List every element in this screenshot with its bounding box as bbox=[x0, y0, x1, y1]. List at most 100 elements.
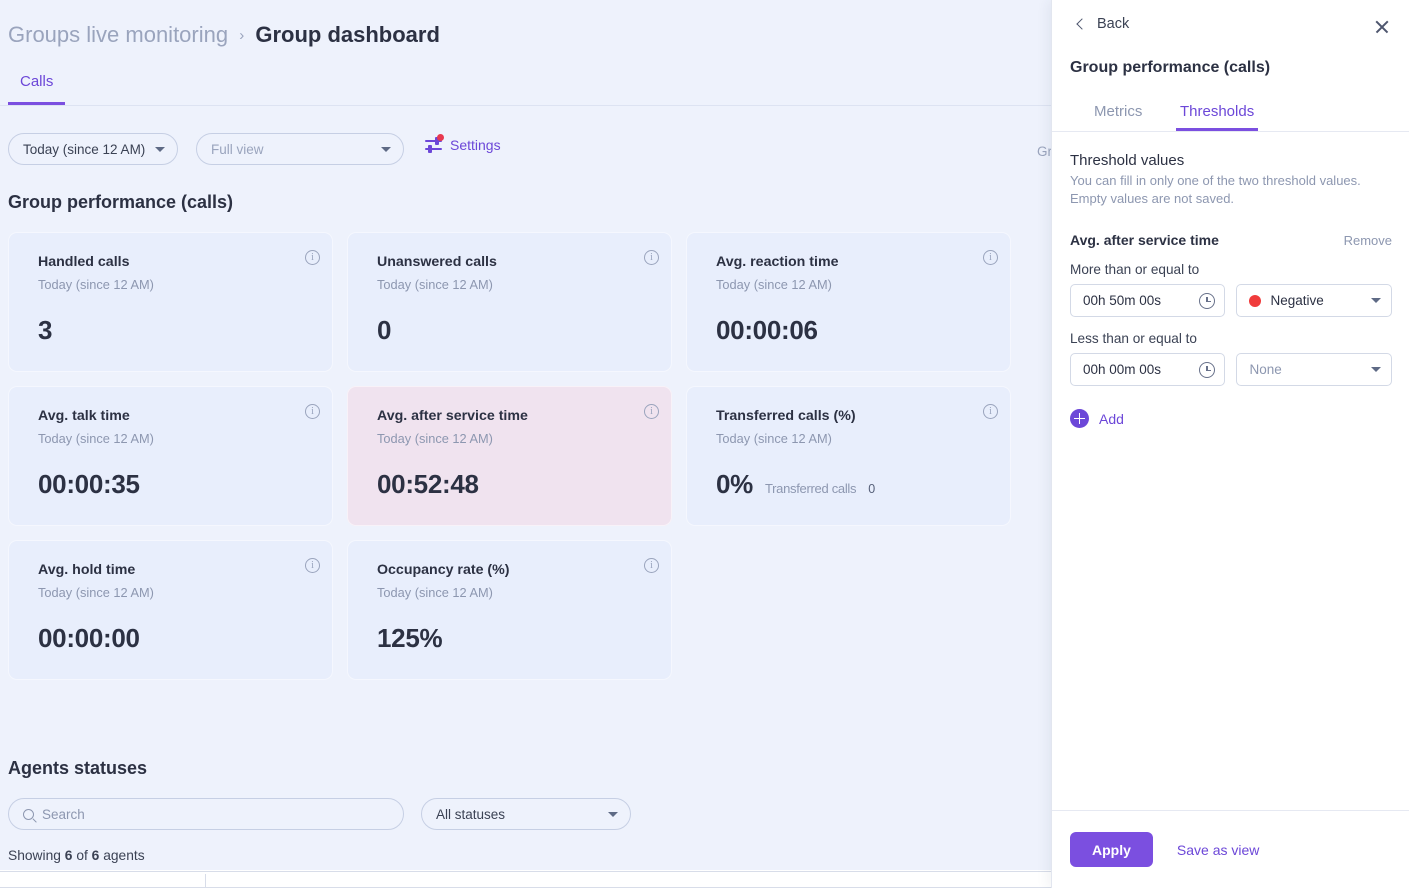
less-than-time-input[interactable]: 00h 00m 00s bbox=[1070, 353, 1226, 386]
chevron-down-icon bbox=[608, 811, 618, 817]
search-icon bbox=[23, 808, 34, 820]
metric-card-secondary-value: 0 bbox=[868, 482, 875, 496]
panel-footer: Apply Save as view bbox=[1052, 810, 1409, 888]
threshold-values-title: Threshold values bbox=[1070, 152, 1185, 169]
metric-card[interactable]: Unanswered calls Today (since 12 AM) 0 i bbox=[347, 232, 672, 372]
metric-card-title: Transferred calls (%) bbox=[716, 408, 856, 424]
clock-icon[interactable] bbox=[1199, 361, 1216, 378]
more-than-row: 00h 50m 00s Negative bbox=[1070, 284, 1392, 317]
more-than-time-value: 00h 50m 00s bbox=[1083, 293, 1162, 308]
metric-card-value: 00:00:00 bbox=[38, 623, 140, 653]
close-icon[interactable] bbox=[1369, 14, 1395, 40]
metric-cards-grid: Handled calls Today (since 12 AM) 3 i Unansw… bbox=[8, 232, 1168, 680]
metric-card-title: Avg. talk time bbox=[38, 408, 130, 424]
settings-button[interactable]: Settings bbox=[425, 134, 501, 153]
metric-card-period: Today (since 12 AM) bbox=[377, 431, 493, 446]
add-threshold-label: Add bbox=[1099, 410, 1124, 427]
group-performance-heading: Group performance (calls) bbox=[8, 192, 234, 212]
metric-card-value: 00:00:06 bbox=[716, 315, 818, 345]
metric-card-value-row: 0 bbox=[377, 315, 391, 346]
info-icon[interactable]: i bbox=[644, 404, 659, 419]
info-icon[interactable]: i bbox=[644, 250, 659, 265]
metric-card-title: Avg. after service time bbox=[377, 408, 528, 424]
more-than-time-input[interactable]: 00h 50m 00s bbox=[1070, 284, 1226, 317]
breadcrumb: Groups live monitoring › Group dashboard bbox=[8, 20, 440, 53]
results-count-of: of bbox=[76, 848, 88, 863]
metric-card[interactable]: Avg. reaction time Today (since 12 AM) 00:… bbox=[686, 232, 1011, 372]
clock-icon[interactable] bbox=[1199, 292, 1216, 309]
results-count-prefix: Showing bbox=[8, 848, 61, 863]
info-icon[interactable]: i bbox=[644, 558, 659, 573]
chevron-down-icon bbox=[1371, 298, 1381, 303]
back-button-label: Back bbox=[1097, 16, 1130, 32]
date-range-filter[interactable]: Today (since 12 AM) bbox=[8, 133, 178, 165]
column-divider bbox=[205, 874, 206, 888]
add-threshold-button[interactable]: Add bbox=[1070, 409, 1392, 428]
tab-metrics[interactable]: Metrics bbox=[1090, 97, 1146, 131]
severity-color-dot-icon bbox=[1249, 294, 1262, 307]
save-as-view-button[interactable]: Save as view bbox=[1177, 842, 1259, 858]
tab-bar: Calls bbox=[0, 62, 1175, 106]
less-than-label: Less than or equal to bbox=[1070, 331, 1197, 346]
breadcrumb-parent[interactable]: Groups live monitoring bbox=[8, 22, 228, 47]
metric-card-period: Today (since 12 AM) bbox=[38, 277, 154, 292]
metric-card-value: 00:52:48 bbox=[377, 469, 479, 499]
settings-panel: Back Group performance (calls) Metrics T… bbox=[1051, 0, 1409, 888]
back-button[interactable]: Back bbox=[1076, 16, 1130, 32]
page-title: Group dashboard bbox=[255, 22, 440, 47]
metric-card-period: Today (since 12 AM) bbox=[38, 585, 154, 600]
metric-card[interactable]: Occupancy rate (%) Today (since 12 AM) 125… bbox=[347, 540, 672, 680]
status-filter-label: All statuses bbox=[436, 806, 506, 822]
metric-card-value-row: 0% Transferred calls 0 bbox=[716, 469, 875, 500]
metric-card-title: Avg. reaction time bbox=[716, 254, 839, 270]
results-count-suffix: agents bbox=[103, 848, 145, 863]
apply-button[interactable]: Apply bbox=[1070, 832, 1153, 867]
remove-threshold-button[interactable]: Remove bbox=[1344, 233, 1392, 248]
less-than-time-value: 00h 00m 00s bbox=[1083, 362, 1162, 377]
threshold-metric-header: Avg. after service time Remove bbox=[1070, 232, 1392, 248]
metric-card[interactable]: Avg. hold time Today (since 12 AM) 00:00:0… bbox=[8, 540, 333, 680]
more-than-label: More than or equal to bbox=[1070, 262, 1200, 277]
metric-card-secondary-label: Transferred calls bbox=[764, 481, 857, 496]
less-than-severity-select[interactable]: None bbox=[1236, 353, 1392, 386]
metric-card[interactable]: Avg. after service time Today (since 12 A… bbox=[347, 386, 672, 526]
info-icon[interactable]: i bbox=[305, 404, 320, 419]
metric-card-value: 125% bbox=[377, 623, 443, 653]
metric-card-value-row: 3 bbox=[38, 315, 52, 346]
status-filter[interactable]: All statuses bbox=[421, 798, 631, 830]
info-icon[interactable]: i bbox=[983, 404, 998, 419]
breadcrumb-separator-icon: › bbox=[239, 27, 245, 44]
metric-card-title: Unanswered calls bbox=[377, 254, 497, 270]
info-icon[interactable]: i bbox=[305, 558, 320, 573]
less-than-severity-label: None bbox=[1249, 362, 1282, 377]
view-filter[interactable]: Full view bbox=[196, 133, 404, 165]
metric-card-value-row: 00:52:48 bbox=[377, 469, 479, 500]
panel-header: Back bbox=[1052, 0, 1409, 52]
settings-button-label: Settings bbox=[450, 137, 501, 153]
date-range-filter-label: Today (since 12 AM) bbox=[23, 141, 146, 157]
metric-card[interactable]: Avg. talk time Today (since 12 AM) 00:00:3… bbox=[8, 386, 333, 526]
metric-card-period: Today (since 12 AM) bbox=[377, 585, 493, 600]
metric-card[interactable]: Transferred calls (%) Today (since 12 AM)… bbox=[686, 386, 1011, 526]
results-count-total: 6 bbox=[91, 848, 100, 863]
tab-thresholds[interactable]: Thresholds bbox=[1176, 97, 1259, 131]
threshold-values-description: You can fill in only one of the two thre… bbox=[1070, 173, 1361, 206]
info-icon[interactable]: i bbox=[305, 250, 320, 265]
search-input-placeholder: Search bbox=[42, 806, 85, 822]
more-than-severity-select[interactable]: Negative bbox=[1236, 284, 1392, 317]
metric-card[interactable]: Handled calls Today (since 12 AM) 3 i bbox=[8, 232, 333, 372]
view-filter-label: Full view bbox=[211, 141, 264, 157]
notification-dot-icon bbox=[437, 134, 444, 141]
panel-tab-bar: Metrics Thresholds bbox=[1052, 97, 1409, 132]
agents-statuses-heading: Agents statuses bbox=[8, 758, 148, 778]
metric-card-period: Today (since 12 AM) bbox=[716, 431, 832, 446]
tab-calls[interactable]: Calls bbox=[8, 62, 66, 105]
metric-card-value: 0% bbox=[716, 469, 753, 499]
panel-body: Threshold values You can fill in only on… bbox=[1052, 132, 1409, 428]
chevron-down-icon bbox=[1371, 367, 1381, 372]
main-content: Groups live monitoring › Group dashboard… bbox=[0, 0, 1175, 870]
info-icon[interactable]: i bbox=[983, 250, 998, 265]
app-root: Groups live monitoring › Group dashboard… bbox=[0, 0, 1409, 888]
search-input[interactable]: Search bbox=[8, 798, 404, 830]
metric-card-period: Today (since 12 AM) bbox=[716, 277, 832, 292]
